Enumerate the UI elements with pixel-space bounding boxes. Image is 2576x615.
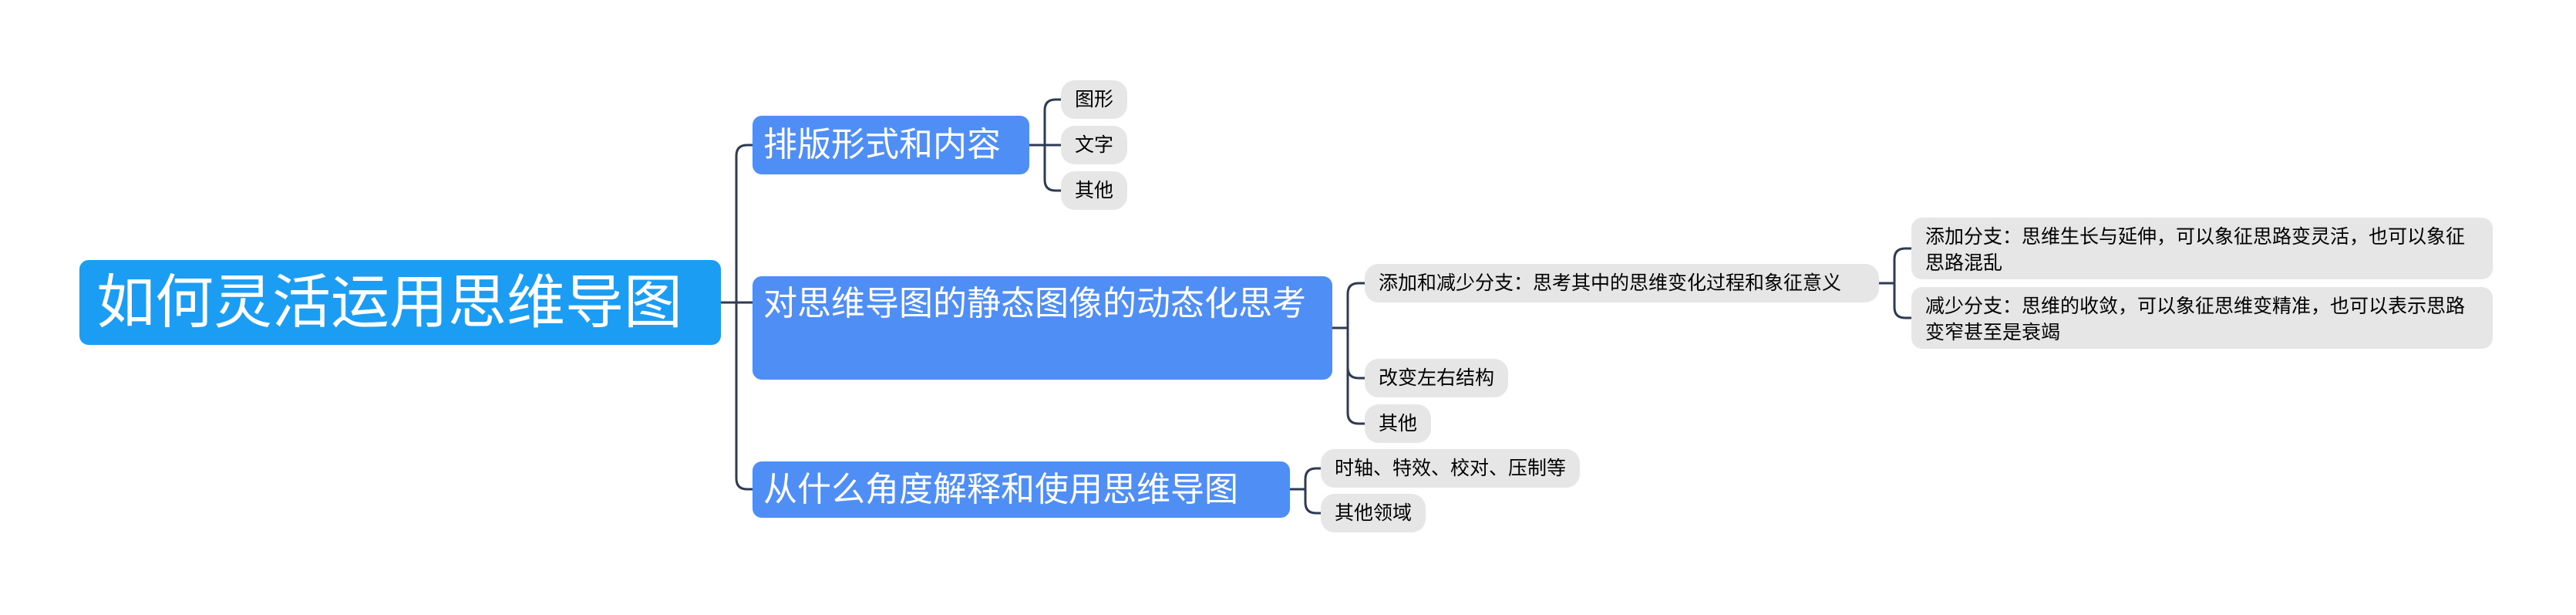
connector-root-branch-3 — [735, 301, 754, 491]
connector-branch-3-child-2 — [1304, 488, 1322, 515]
root-topic[interactable]: 如何灵活运用思维导图 — [79, 260, 721, 345]
branch-topic-dynamic-thinking[interactable]: 对思维导图的静态图像的动态化思考 — [753, 276, 1332, 380]
subtopic-text[interactable]: 文字 — [1061, 126, 1128, 164]
connector-branch-2-1-child-1 — [1893, 247, 1913, 285]
connector-branch-3-child-1 — [1304, 467, 1322, 491]
subtopic-other-2[interactable]: 其他 — [1365, 404, 1432, 443]
branch-topic-interpretation[interactable]: 从什么角度解释和使用思维导图 — [753, 461, 1290, 518]
branch-topic-layout[interactable]: 排版形式和内容 — [753, 116, 1029, 174]
connector-branch-1-child-1 — [1043, 98, 1062, 147]
subtopic-other-fields[interactable]: 其他领域 — [1321, 494, 1426, 532]
connector-branch-2-child-2 — [1346, 326, 1366, 380]
connector-root-branch-1 — [735, 144, 754, 304]
connector-branch-1-child-3 — [1043, 144, 1062, 192]
subtopic-add-branch-detail[interactable]: 添加分支：思维生长与延伸，可以象征思路变灵活，也可以象征思路混乱 — [1911, 218, 2493, 279]
subtopic-graphics[interactable]: 图形 — [1061, 80, 1128, 119]
subtopic-other-1[interactable]: 其他 — [1061, 171, 1128, 210]
subtopic-add-remove-branches[interactable]: 添加和减少分支：思考其中的思维变化过程和象征意义 — [1365, 264, 1879, 302]
connector-branch-2-child-1 — [1346, 282, 1366, 329]
subtopic-timeline-effects[interactable]: 时轴、特效、校对、压制等 — [1321, 449, 1581, 488]
subtopic-remove-branch-detail[interactable]: 减少分支：思维的收敛，可以象征思维变精准，也可以表示思路变窄甚至是衰竭 — [1911, 287, 2493, 349]
connector-branch-2-1-child-2 — [1893, 282, 1913, 319]
subtopic-change-structure[interactable]: 改变左右结构 — [1365, 359, 1509, 397]
